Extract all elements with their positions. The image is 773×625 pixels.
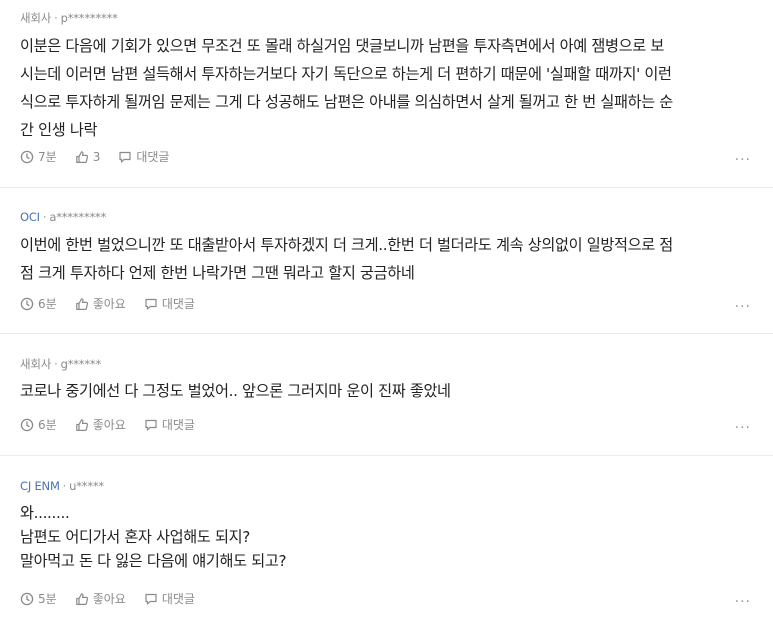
speech-bubble-icon <box>119 151 131 163</box>
more-dots-icon[interactable]: ··· <box>735 300 751 314</box>
comment-line: 와........ <box>20 504 70 522</box>
like-label: 좋아요 <box>92 592 126 606</box>
comment-actions: 5분 좋아요 대댓글 <box>20 590 213 607</box>
time-text: 7분 <box>38 150 57 164</box>
more-dots-icon[interactable]: ··· <box>735 153 751 167</box>
author-name[interactable]: u***** <box>69 479 104 493</box>
comment-actions: 6분 좋아요 대댓글 <box>20 416 213 433</box>
comment-meta: OCI · a********* <box>20 210 106 224</box>
comment-line: 점 크게 투자하다 언제 한번 나락가면 그땐 뭐라고 할지 궁금하네 <box>20 264 415 282</box>
clock-icon <box>20 418 34 431</box>
time-stamp: 7분 <box>20 148 57 165</box>
time-stamp: 5분 <box>20 590 57 607</box>
more-dots-icon[interactable]: ··· <box>735 595 751 609</box>
comment-actions: 6분 좋아요 대댓글 <box>20 295 213 312</box>
like-count: 3 <box>92 149 101 164</box>
comment-line: 말아먹고 돈 다 잃은 다음에 얘기해도 되고? <box>20 552 287 570</box>
author-company[interactable]: 새회사 <box>20 357 51 371</box>
comment-line: 이분은 다음에 기회가 있으면 무조건 또 몰래 하실거임 댓글보니까 남편을 … <box>20 37 664 55</box>
comment-line: 시는데 이러면 남편 설득해서 투자하는거보다 자기 독단으로 하는게 더 편하… <box>20 65 672 83</box>
comment-line: 코로나 중기에선 다 그정도 벌었어.. 앞으론 그러지마 운이 진짜 좋았네 <box>20 382 451 400</box>
meta-separator: · <box>62 479 67 493</box>
like-button[interactable]: 좋아요 <box>75 416 126 433</box>
author-company[interactable]: OCI <box>20 210 40 224</box>
comment-item: CJ ENM · u***** 와........ 남편도 어디가서 혼자 사업해도… <box>0 456 773 625</box>
reply-label: 대댓글 <box>161 297 195 311</box>
more-dots-icon[interactable]: ··· <box>735 421 751 435</box>
comment-meta: 새회사 · g****** <box>20 356 101 372</box>
comment-body: 이분은 다음에 기회가 있으면 무조건 또 몰래 하실거임 댓글보니까 남편을 … <box>20 32 751 144</box>
author-company[interactable]: 새회사 <box>20 11 51 25</box>
comment-line: 간 인생 나락 <box>20 121 98 139</box>
reply-button[interactable]: 대댓글 <box>144 295 195 312</box>
speech-bubble-icon <box>145 419 157 431</box>
reply-label: 대댓글 <box>136 150 170 164</box>
comment-meta: 새회사 · p********* <box>20 10 118 26</box>
comment-meta: CJ ENM · u***** <box>20 479 104 493</box>
reply-button[interactable]: 대댓글 <box>144 416 195 433</box>
meta-separator: · <box>42 210 47 224</box>
clock-icon <box>20 592 34 605</box>
time-stamp: 6분 <box>20 416 57 433</box>
like-button[interactable]: 좋아요 <box>75 590 126 607</box>
thumbs-up-icon <box>75 592 88 605</box>
author-company[interactable]: CJ ENM <box>20 479 60 493</box>
like-button[interactable]: 3 <box>75 149 101 164</box>
thumbs-up-icon <box>75 150 88 163</box>
comment-line: 식으로 투자하게 될꺼임 문제는 그게 다 성공해도 남편은 아내를 의심하면서… <box>20 93 673 111</box>
comment-body: 코로나 중기에선 다 그정도 벌었어.. 앞으론 그러지마 운이 진짜 좋았네 <box>20 377 751 405</box>
speech-bubble-icon <box>145 593 157 605</box>
comment-line: 이번에 한번 벌었으니깐 또 대출받아서 투자하겠지 더 크게..한번 더 벌더… <box>20 236 673 254</box>
comment-body: 이번에 한번 벌었으니깐 또 대출받아서 투자하겠지 더 크게..한번 더 벌더… <box>20 231 751 287</box>
time-text: 5분 <box>38 592 57 606</box>
time-text: 6분 <box>38 418 57 432</box>
comment-item: 새회사 · g****** 코로나 중기에선 다 그정도 벌었어.. 앞으론 그러지… <box>0 334 773 456</box>
comment-line: 남편도 어디가서 혼자 사업해도 되지? <box>20 528 250 546</box>
like-label: 좋아요 <box>92 297 126 311</box>
clock-icon <box>20 150 34 163</box>
like-button[interactable]: 좋아요 <box>75 295 126 312</box>
thumbs-up-icon <box>75 297 88 310</box>
clock-icon <box>20 297 34 310</box>
author-name[interactable]: p********* <box>61 11 118 25</box>
comment-item: 새회사 · p********* 이분은 다음에 기회가 있으면 무조건 또 몰래 … <box>0 0 773 188</box>
reply-label: 대댓글 <box>161 592 195 606</box>
reply-button[interactable]: 대댓글 <box>144 590 195 607</box>
reply-button[interactable]: 대댓글 <box>118 148 169 165</box>
author-name[interactable]: a********* <box>49 210 106 224</box>
speech-bubble-icon <box>145 298 157 310</box>
comment-body: 와........ 남편도 어디가서 혼자 사업해도 되지? 말아먹고 돈 다 … <box>20 501 751 573</box>
comment-actions: 7분 3 대댓글 <box>20 148 187 165</box>
reply-label: 대댓글 <box>161 418 195 432</box>
time-stamp: 6분 <box>20 295 57 312</box>
author-name[interactable]: g****** <box>61 357 102 371</box>
meta-separator: · <box>54 357 58 371</box>
comment-item: OCI · a********* 이번에 한번 벌었으니깐 또 대출받아서 투자하겠… <box>0 188 773 334</box>
meta-separator: · <box>54 11 58 25</box>
time-text: 6분 <box>38 297 57 311</box>
like-label: 좋아요 <box>92 418 126 432</box>
thumbs-up-icon <box>75 418 88 431</box>
